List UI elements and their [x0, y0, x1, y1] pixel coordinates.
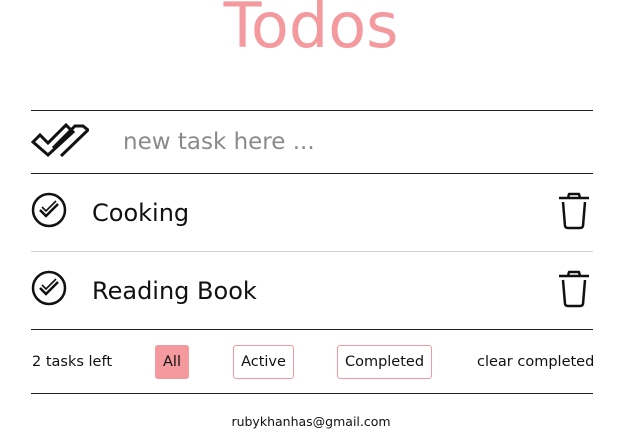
trash-icon: [559, 192, 589, 230]
todo-app: Todos Cooking: [0, 0, 622, 435]
circle-check-icon: [31, 192, 67, 228]
page-title: Todos: [223, 0, 399, 62]
todo-toggle-button[interactable]: [31, 270, 67, 306]
toggle-all-button[interactable]: [30, 122, 91, 158]
divider: [31, 329, 593, 330]
divider: [31, 251, 593, 252]
divider: [31, 173, 593, 174]
new-task-input[interactable]: [112, 120, 582, 164]
clear-completed-button[interactable]: clear completed: [477, 352, 594, 372]
filter-all-button[interactable]: All: [155, 345, 189, 379]
todo-toggle-button[interactable]: [31, 192, 67, 228]
filter-completed-button[interactable]: Completed: [337, 345, 432, 379]
todo-label: Cooking: [92, 199, 190, 227]
circle-check-icon: [31, 270, 67, 306]
contact-email: rubykhanhas@gmail.com: [231, 414, 391, 429]
filter-active-button[interactable]: Active: [233, 345, 294, 379]
divider: [31, 393, 593, 394]
tasks-left-count: 2 tasks left: [32, 354, 113, 370]
divider: [31, 110, 593, 111]
delete-todo-button[interactable]: [557, 270, 591, 308]
delete-todo-button[interactable]: [557, 192, 591, 230]
trash-icon: [559, 270, 589, 308]
todo-label: Reading Book: [92, 277, 257, 305]
double-check-icon: [30, 122, 91, 158]
